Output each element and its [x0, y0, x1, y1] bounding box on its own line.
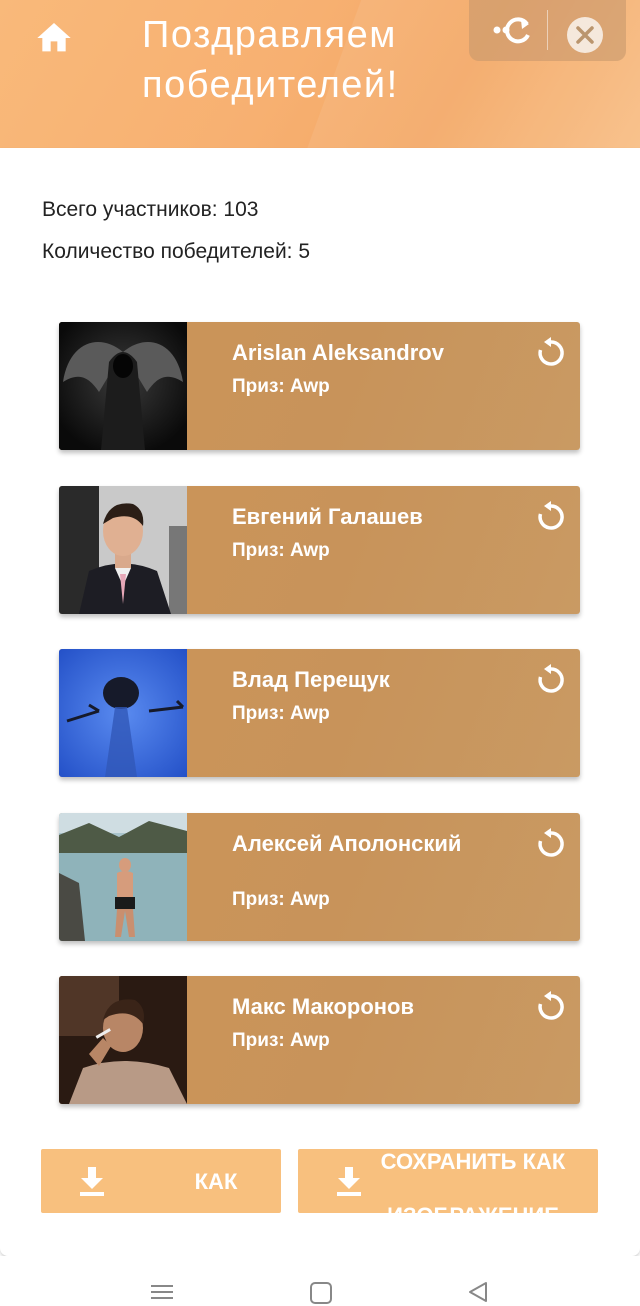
close-icon[interactable]: [567, 17, 603, 53]
results-panel: Всего участников: 103 Количество победит…: [0, 148, 640, 1256]
save-button[interactable]: КАК: [41, 1149, 281, 1213]
capsule-divider: [547, 10, 548, 50]
total-participants: Всего участников: 103: [42, 198, 259, 221]
winner-name: Евгений Галашев: [232, 504, 423, 529]
save-as-image-button[interactable]: СОХРАНИТЬ КАК ИЗОБРАЖЕНИЕ: [298, 1149, 598, 1213]
winner-name: Макс Макоронов: [232, 994, 415, 1019]
avatar: [59, 649, 187, 777]
winner-card: Влад Перещук Приз: Awp: [59, 649, 580, 777]
header-bar: Поздравляем победителей!: [0, 0, 640, 148]
more-icon[interactable]: [491, 16, 531, 46]
system-nav-bar: [0, 1256, 640, 1306]
save-button-label: КАК: [194, 1169, 238, 1194]
winner-prize: Приз: Awp: [232, 1030, 330, 1051]
back-icon[interactable]: [466, 1280, 490, 1304]
winner-card: Макс Макоронов Приз: Awp: [59, 976, 580, 1104]
avatar: [59, 813, 187, 941]
home-icon[interactable]: [34, 18, 74, 58]
winner-name: Влад Перещук: [232, 667, 390, 692]
winner-prize: Приз: Awp: [232, 540, 330, 561]
winner-prize: Приз: Awp: [232, 703, 330, 724]
avatar: [59, 322, 187, 450]
reroll-icon[interactable]: [534, 990, 568, 1024]
menu-icon[interactable]: [150, 1284, 174, 1300]
avatar: [59, 976, 187, 1104]
winner-card: Евгений Галашев Приз: Awp: [59, 486, 580, 614]
avatar: [59, 486, 187, 614]
winner-name: Алексей Аполонский: [232, 831, 462, 856]
winner-card: Arislan Aleksandrov Приз: Awp: [59, 322, 580, 450]
reroll-icon[interactable]: [534, 827, 568, 861]
winner-name: Arislan Aleksandrov: [232, 340, 444, 365]
winner-card: Алексей Аполонский Приз: Awp: [59, 813, 580, 941]
download-icon: [334, 1165, 364, 1197]
download-icon: [77, 1165, 107, 1197]
winner-prize: Приз: Awp: [232, 889, 330, 910]
home-nav-icon[interactable]: [310, 1282, 332, 1304]
page-title: Поздравляем победителей!: [142, 14, 399, 106]
reroll-icon[interactable]: [534, 500, 568, 534]
winners-count: Количество победителей: 5: [42, 240, 311, 263]
reroll-icon[interactable]: [534, 663, 568, 697]
mini-program-capsule: [469, 0, 626, 61]
reroll-icon[interactable]: [534, 336, 568, 370]
winner-prize: Приз: Awp: [232, 376, 330, 397]
save-as-image-label: СОХРАНИТЬ КАК ИЗОБРАЖЕНИЕ: [380, 1149, 566, 1213]
